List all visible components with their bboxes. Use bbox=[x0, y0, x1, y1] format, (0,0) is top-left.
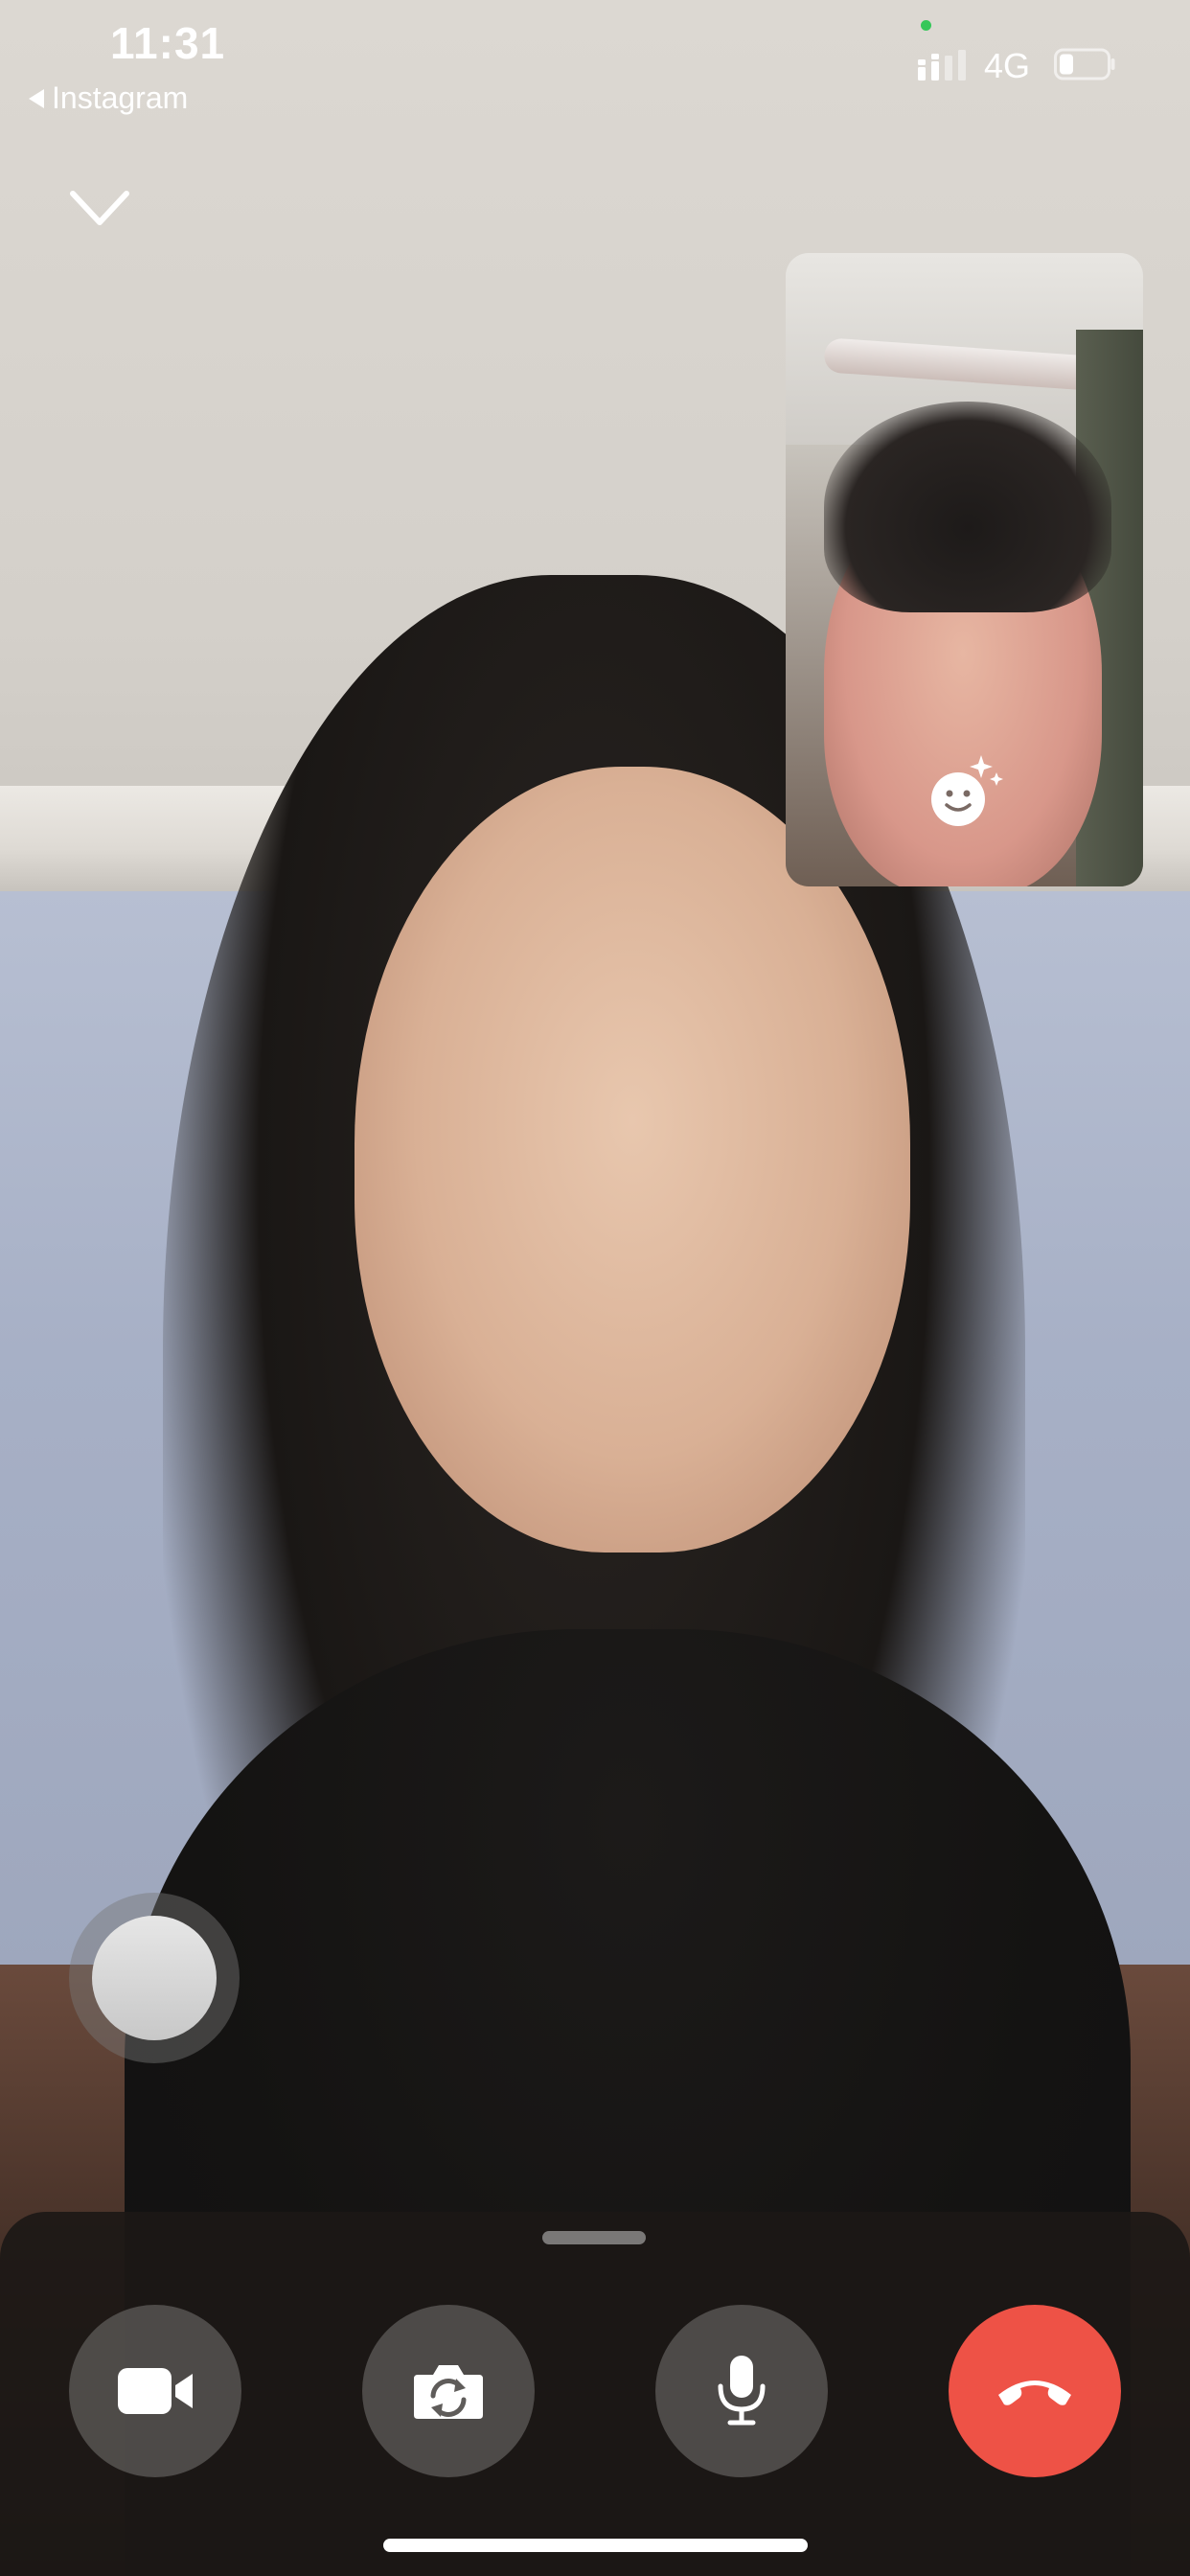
sheet-grabber[interactable] bbox=[542, 2231, 646, 2244]
self-person-hair bbox=[824, 402, 1111, 612]
self-view-video[interactable] bbox=[786, 253, 1143, 886]
video-camera-icon bbox=[118, 2368, 193, 2414]
signal-bars-icon bbox=[918, 50, 966, 80]
status-time: 11:31 bbox=[110, 18, 226, 68]
chevron-down-icon[interactable] bbox=[63, 180, 136, 236]
floating-button-knob bbox=[92, 1916, 217, 2040]
battery-low-icon bbox=[1054, 48, 1115, 80]
end-call-icon bbox=[998, 2380, 1071, 2405]
flip-camera-button[interactable] bbox=[362, 2305, 535, 2477]
network-type: 4G bbox=[984, 46, 1031, 85]
home-indicator[interactable] bbox=[383, 2539, 808, 2552]
face-effects-icon[interactable] bbox=[927, 751, 1006, 830]
status-bar: 11:31 Instagram 4G bbox=[0, 0, 1190, 125]
toggle-video-button[interactable] bbox=[69, 2305, 241, 2477]
mute-microphone-button[interactable] bbox=[655, 2305, 828, 2477]
mic-in-use-indicator bbox=[921, 20, 931, 31]
back-arrow-icon bbox=[29, 88, 44, 108]
end-call-button[interactable] bbox=[949, 2305, 1121, 2477]
camera-flip-icon bbox=[414, 2365, 483, 2419]
video-call-screen: 11:31 Instagram 4G bbox=[0, 0, 1190, 2576]
floating-assistive-button[interactable] bbox=[69, 1893, 240, 2063]
back-to-app-link[interactable]: Instagram bbox=[29, 80, 188, 116]
back-app-label: Instagram bbox=[52, 80, 189, 115]
microphone-icon bbox=[718, 2356, 766, 2426]
